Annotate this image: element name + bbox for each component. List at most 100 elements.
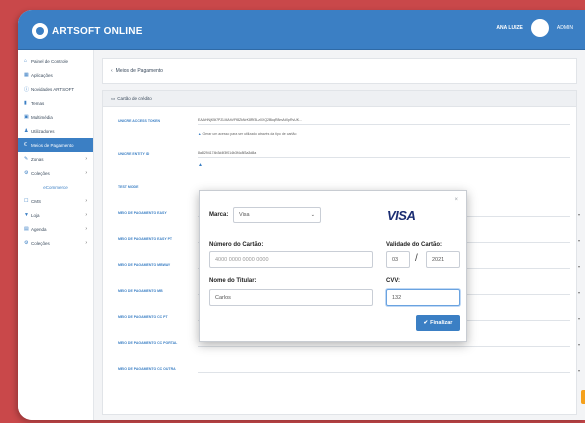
- payment-icon: €: [24, 142, 27, 148]
- card-number-placeholder: 4000 0000 0000 0000: [215, 256, 269, 263]
- sidebar-item-label: Agenda: [31, 226, 47, 232]
- sidebar-item-users[interactable]: ♟ Utilizadores: [18, 124, 93, 138]
- sidebar-section-ecommerce: eCommerce: [18, 180, 93, 194]
- chevron-down-icon[interactable]: ▾: [578, 342, 580, 347]
- setting-label: MEIO DE PAGAMENTO MB: [118, 289, 163, 293]
- sidebar-item-multimedia[interactable]: ▣ Multimédia: [18, 110, 93, 124]
- sidebar-item-label: Temas: [31, 100, 45, 106]
- check-icon: ✔: [423, 320, 429, 326]
- cms-icon: ☐: [24, 198, 29, 204]
- holder-name-input[interactable]: Carlos: [209, 289, 373, 306]
- sidebar-item-cms[interactable]: ☐ CMS ›: [18, 194, 93, 208]
- brand-select[interactable]: Visa ⌄: [233, 207, 321, 223]
- validity-year-input[interactable]: 2021: [426, 251, 460, 268]
- sidebar-item-agenda[interactable]: ▤ Agenda ›: [18, 222, 93, 236]
- sidebar-item-news[interactable]: ⓘ Novidades ARTSOFT: [18, 82, 93, 96]
- chevron-down-icon[interactable]: ▾: [578, 368, 580, 373]
- home-icon: ⌂: [24, 58, 28, 64]
- chevron-down-icon[interactable]: ▾: [578, 316, 580, 321]
- user-name: ANA LUIZE: [496, 25, 523, 31]
- sidebar-item-applications[interactable]: ▦ Aplicações: [18, 68, 93, 82]
- info-icon: ▲: [198, 132, 202, 136]
- brand-select-value: Visa: [239, 212, 250, 218]
- sidebar-item-label: Loja: [31, 212, 40, 218]
- settings-icon: ⚙: [24, 240, 29, 246]
- back-chevron-icon[interactable]: ‹: [111, 68, 113, 74]
- chevron-right-icon: ›: [85, 156, 87, 162]
- user-menu[interactable]: ANA LUIZE ADMIN: [496, 19, 573, 37]
- finish-button-label: Finalizar: [430, 320, 453, 326]
- setting-label: MEIO DE PAGAMENTO CC PORTAL: [118, 341, 178, 345]
- setting-label: MEIO DE PAGAMENTO EASY: [118, 211, 167, 215]
- finish-button[interactable]: ✔ Finalizar: [416, 315, 460, 331]
- chevron-right-icon: ›: [85, 170, 87, 176]
- save-button[interactable]: ■: [581, 390, 585, 404]
- divider: [198, 124, 570, 125]
- logo-icon: [32, 23, 48, 39]
- cvv-input[interactable]: 132: [386, 289, 460, 306]
- store-icon: ▼: [24, 212, 29, 218]
- chevron-right-icon: ›: [85, 240, 87, 246]
- panel-title: Cartão de crédito: [117, 96, 152, 101]
- setting-label: MEIO DE PAGAMENTO CC OUTRA: [118, 367, 176, 371]
- date-separator: /: [415, 253, 418, 264]
- chevron-right-icon: ›: [85, 212, 87, 218]
- sidebar-item-label: Aplicações: [31, 72, 53, 78]
- card-icon: ▭: [111, 95, 116, 101]
- divider: [198, 157, 570, 158]
- sidebar-item-collections[interactable]: ⚙ Coleções ›: [18, 166, 93, 180]
- sidebar-item-store[interactable]: ▼ Loja ›: [18, 208, 93, 222]
- chevron-down-icon: ⌄: [310, 212, 315, 218]
- warning-icon: ▲: [198, 162, 203, 168]
- setting-label: MEIO DE PAGAMENTO MBWAY: [118, 263, 171, 267]
- sidebar-item-label: Multimédia: [31, 114, 53, 120]
- sidebar-item-label: Meios de Pagamento: [31, 142, 74, 148]
- multimedia-icon: ▣: [24, 114, 29, 120]
- cvv-value: 132: [392, 294, 402, 301]
- chevron-right-icon: ›: [85, 198, 87, 204]
- chevron-down-icon[interactable]: ▾: [578, 264, 580, 269]
- divider: [198, 372, 570, 373]
- chevron-down-icon[interactable]: ▾: [578, 212, 580, 217]
- avatar[interactable]: [530, 19, 549, 37]
- user-role: ADMIN: [556, 25, 573, 31]
- breadcrumb-label: Meios de Pagamento: [115, 68, 163, 74]
- sidebar-item-settings[interactable]: ⚙ Coleções ›: [18, 236, 93, 250]
- logo[interactable]: ARTSOFT ONLINE: [32, 23, 143, 39]
- sidebar-item-control-panel[interactable]: ⌂ Painel de Controle: [18, 54, 93, 68]
- setting-label: MEIO DE PAGAMENTO EASY PT: [118, 237, 173, 241]
- sidebar-item-label: Coleções: [31, 170, 50, 176]
- brand-label: Marca:: [209, 212, 229, 218]
- validity-label: Validade do Cartão:: [386, 242, 443, 248]
- sidebar-item-label: Novidades ARTSOFT: [31, 86, 75, 92]
- credit-card-modal: × Marca: Visa ⌄ VISA Número do Cartão: 4…: [199, 190, 467, 342]
- panel-header: ▭ Cartão de crédito: [103, 91, 576, 107]
- sidebar-item-label: CMS: [31, 198, 41, 204]
- holder-label: Nome do Titular:: [209, 278, 257, 284]
- info-icon: ⓘ: [24, 86, 30, 93]
- help-text: Gerar um acesso para ser utilizado atrav…: [202, 132, 297, 136]
- chevron-right-icon: ›: [85, 226, 87, 232]
- card-number-label: Número do Cartão:: [209, 242, 264, 248]
- close-icon[interactable]: ×: [454, 197, 458, 203]
- setting-label: UNICRE ACCESS TOKEN: [118, 119, 161, 123]
- setting-value[interactable]: 8a8294174b3d4f3f014b3f4c8f3a3d8a: [198, 151, 256, 155]
- validity-month-input[interactable]: 03: [386, 251, 410, 268]
- setting-label: UNICRE ENTITY ID: [118, 152, 150, 156]
- sidebar-item-themes[interactable]: ▮ Temas: [18, 96, 93, 110]
- cvv-label: CVV:: [386, 278, 401, 284]
- setting-value[interactable]: EAAHNjK5t7PZLMAhVFf8ZkNrK8Rf3Lz0XQ2BkqR8…: [198, 118, 302, 122]
- breadcrumb: ‹ Meios de Pagamento: [102, 58, 577, 84]
- validity-year-value: 2021: [432, 256, 445, 263]
- chevron-down-icon[interactable]: ▾: [578, 290, 580, 295]
- sidebar-section-label: eCommerce: [43, 184, 68, 190]
- setting-label: MEIO DE PAGAMENTO CC PT: [118, 315, 168, 319]
- sidebar: ⌂ Painel de Controle ▦ Aplicações ⓘ Novi…: [18, 50, 94, 420]
- sidebar-item-zones[interactable]: ✎ Zonas ›: [18, 152, 93, 166]
- app-window: ARTSOFT ONLINE ANA LUIZE ADMIN ⌂ Painel …: [18, 10, 585, 420]
- zones-icon: ✎: [24, 156, 29, 162]
- themes-icon: ▮: [24, 100, 27, 106]
- chevron-down-icon[interactable]: ▾: [578, 238, 580, 243]
- sidebar-item-payment-methods[interactable]: € Meios de Pagamento: [18, 138, 93, 152]
- card-number-input[interactable]: 4000 0000 0000 0000: [209, 251, 373, 268]
